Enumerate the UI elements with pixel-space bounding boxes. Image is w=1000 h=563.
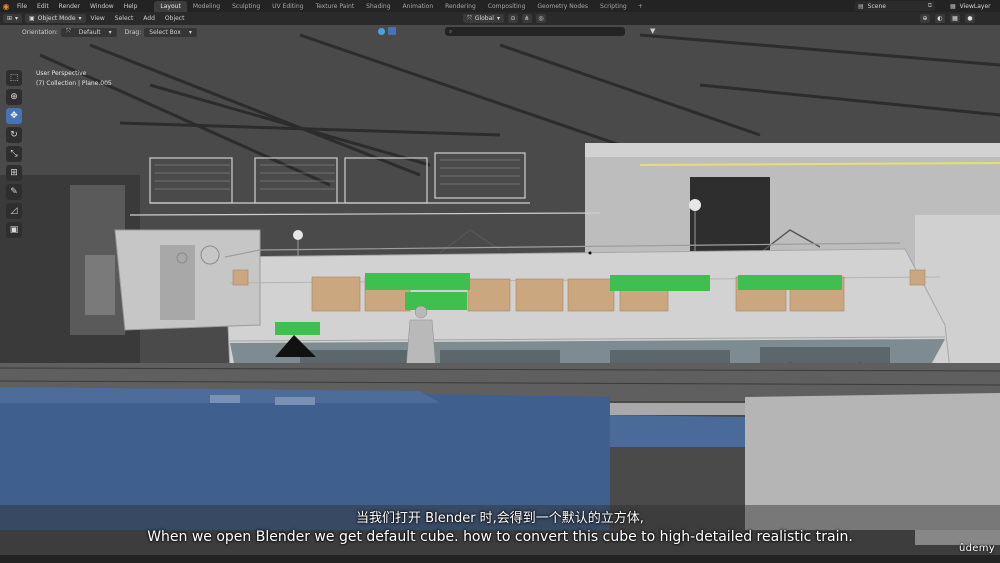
shading-rendered-icon[interactable] <box>410 27 418 35</box>
rotate-icon[interactable]: ↻ <box>6 127 22 143</box>
overlay-icon[interactable]: ◐ <box>935 14 945 23</box>
menu-select[interactable]: Select <box>110 15 139 22</box>
camera-icon[interactable] <box>432 27 440 35</box>
orientation-label: Orientation: <box>22 28 58 36</box>
tab-compositing[interactable]: Compositing <box>482 1 532 12</box>
shading-solid-icon[interactable] <box>388 27 396 35</box>
scene-icon: ▤ <box>858 2 864 10</box>
tab-layout[interactable]: Layout <box>154 0 187 12</box>
mouse-cursor <box>588 251 592 255</box>
search-input[interactable]: ⌕ <box>445 27 625 36</box>
editor-type-button[interactable]: ⊞ ▾ <box>3 14 23 23</box>
object-mode-icon: ▣ <box>29 15 35 22</box>
header-right-controls: ⊕ ◐ ▦ ● <box>920 14 975 23</box>
menu-window[interactable]: Window <box>85 3 119 10</box>
snap-icon[interactable]: ⋔ <box>521 14 532 23</box>
menu-help[interactable]: Help <box>119 3 143 10</box>
add-cube-icon[interactable]: ▣ <box>6 222 22 238</box>
udemy-logo: ûdemy <box>959 543 995 554</box>
chevron-down-icon: ▾ <box>108 28 112 36</box>
tab-uv-editing[interactable]: UV Editing <box>266 1 309 12</box>
view-layer-name: ViewLayer <box>959 2 991 10</box>
tool-settings-bar: Orientation: ⤧ Default ▾ Drag: Select Bo… <box>0 25 1000 39</box>
tool-shelf: ⬚ ⊕ ✥ ↻ ⤡ ⊞ ✎ ◿ ▣ <box>6 70 24 238</box>
chevron-down-icon: ▾ <box>496 15 500 22</box>
menu-object[interactable]: Object <box>160 15 190 22</box>
lamp-left <box>293 230 303 240</box>
status-bar <box>0 555 1000 563</box>
tab-geometry-nodes[interactable]: Geometry Nodes <box>531 1 594 12</box>
select-box-icon[interactable]: ⬚ <box>6 70 22 86</box>
orientation-axes-icon: ⤧ <box>467 14 472 22</box>
view-name: User Perspective <box>36 70 87 77</box>
copy-icon[interactable]: ⧉ <box>928 2 932 10</box>
move-icon[interactable]: ✥ <box>6 108 22 124</box>
subtitle-english: When we open Blender we get default cube… <box>147 529 853 545</box>
search-icon: ⌕ <box>449 27 453 35</box>
drag-dropdown[interactable]: Select Box ▾ <box>144 27 197 37</box>
tab-sculpting[interactable]: Sculpting <box>226 1 266 12</box>
subtitle-chinese: 当我们打开 Blender 时,会得到一个默认的立方体, <box>356 511 644 526</box>
orientation-value: Default <box>78 28 101 36</box>
object-info: (7) Collection | Plane.005 <box>36 80 112 87</box>
transform-orientation-dropdown[interactable]: ⤧ Global ▾ <box>463 14 504 23</box>
orientation-icon: ⤧ <box>65 28 71 35</box>
tab-rendering[interactable]: Rendering <box>439 1 482 12</box>
add-workspace-button[interactable]: + <box>633 3 648 10</box>
chevron-down-icon: ▾ <box>78 15 82 22</box>
view-layer-icon: ▦ <box>950 2 956 10</box>
transform-icon[interactable]: ⊞ <box>6 165 22 181</box>
drag-value: Select Box <box>149 28 181 36</box>
menu-render[interactable]: Render <box>54 3 85 10</box>
color-wheel-icon[interactable] <box>378 27 385 35</box>
tab-shading[interactable]: Shading <box>360 1 396 12</box>
proportional-edit-icon[interactable]: ◎ <box>535 14 546 23</box>
tab-scripting[interactable]: Scripting <box>594 1 633 12</box>
platform-canopy <box>585 143 1000 157</box>
drag-label: Drag: <box>124 28 142 36</box>
top-menu-bar: ◉ File Edit Render Window Help Layout Mo… <box>0 0 1000 12</box>
pivot-icon[interactable]: ⊙ <box>507 14 518 23</box>
annotate-icon[interactable]: ✎ <box>6 184 22 200</box>
tab-animation[interactable]: Animation <box>397 1 440 12</box>
tab-modeling[interactable]: Modeling <box>187 1 226 12</box>
measure-icon[interactable]: ◿ <box>6 203 22 219</box>
transform-controls: ⤧ Global ▾ ⊙ ⋔ ◎ <box>463 14 546 23</box>
chevron-down-icon: ▾ <box>15 15 19 22</box>
orientation-dropdown[interactable]: ⤧ Default ▾ <box>60 27 117 37</box>
scale-icon[interactable]: ⤡ <box>6 146 22 162</box>
gizmo-icon[interactable]: ⊕ <box>920 14 930 23</box>
tab-texture-paint[interactable]: Texture Paint <box>309 1 360 12</box>
viewport-header: ⊞ ▾ ▣ Object Mode ▾ View Select Add Obje… <box>0 12 1000 25</box>
blender-logo-icon[interactable]: ◉ <box>0 0 12 12</box>
shading-material-icon[interactable] <box>399 27 407 35</box>
cursor-icon[interactable]: ⊕ <box>6 89 22 105</box>
scene-name: Scene <box>867 2 886 10</box>
viewport-info: User Perspective (7) Collection | Plane.… <box>36 69 112 89</box>
menu-file[interactable]: File <box>12 3 32 10</box>
subtitle-block: 当我们打开 Blender 时,会得到一个默认的立方体, When we ope… <box>0 510 1000 547</box>
scene-render <box>0 25 1000 555</box>
viewport-editor-icon: ⊞ <box>7 15 13 22</box>
mode-dropdown[interactable]: ▣ Object Mode ▾ <box>25 14 86 23</box>
view-layer-selector[interactable]: ▦ ViewLayer <box>950 1 1000 11</box>
3d-viewport[interactable]: User Perspective (7) Collection | Plane.… <box>0 25 1000 555</box>
xray-icon[interactable]: ▦ <box>950 14 960 23</box>
menu-edit[interactable]: Edit <box>32 3 54 10</box>
lamp-right <box>689 199 701 211</box>
menu-view[interactable]: View <box>86 15 110 22</box>
mode-value: Object Mode <box>37 15 76 22</box>
transform-orientation-value: Global <box>474 15 494 22</box>
chevron-down-icon: ▾ <box>188 28 192 36</box>
scene-selector[interactable]: ▤ Scene ⧉ <box>855 1 935 11</box>
shading-wire-icon[interactable] <box>421 27 429 35</box>
menu-add[interactable]: Add <box>138 15 160 22</box>
filter-icon[interactable]: ▼ <box>650 27 655 35</box>
shading-icon[interactable]: ● <box>965 14 975 23</box>
